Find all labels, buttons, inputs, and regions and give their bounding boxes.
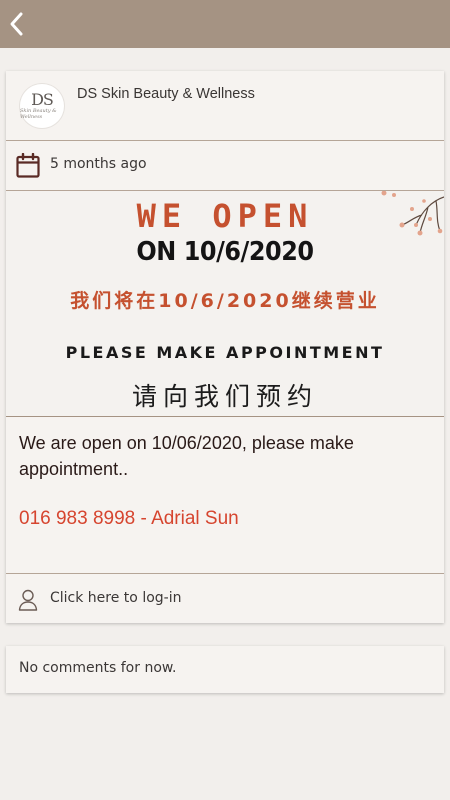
user-icon	[18, 589, 38, 611]
posted-time: 5 months ago	[50, 156, 147, 172]
business-name[interactable]: DS Skin Beauty & Wellness	[77, 86, 255, 102]
calendar-icon	[16, 153, 40, 178]
banner-headline: WE OPEN	[136, 197, 314, 235]
banner-appointment: PLEASE MAKE APPOINTMENT	[65, 343, 385, 362]
comments-card: No comments for now.	[6, 646, 444, 693]
login-label: Click here to log-in	[50, 590, 182, 606]
post-message-text: We are open on 10/06/2020, please make a…	[19, 433, 354, 479]
post-card: DS Skin Beauty & Wellness DS Skin Beauty…	[6, 71, 444, 623]
post-header: DS Skin Beauty & Wellness DS Skin Beauty…	[6, 71, 444, 141]
login-link[interactable]: Click here to log-in	[6, 573, 444, 623]
logo-text: DS	[31, 90, 54, 109]
back-button[interactable]	[0, 4, 34, 44]
top-app-bar	[0, 0, 450, 48]
post-message: We are open on 10/06/2020, please make a…	[19, 430, 434, 482]
business-logo: DS Skin Beauty & Wellness	[20, 84, 64, 128]
logo-subtext: Skin Beauty & Wellness	[20, 108, 57, 120]
banner-date: ON 10/6/2020	[136, 237, 314, 267]
chevron-left-icon	[10, 12, 23, 36]
contact-phone[interactable]: 016 983 8998 - Adrial Sun	[19, 508, 239, 530]
post-date-row: 5 months ago	[6, 141, 444, 191]
post-image[interactable]: WE OPEN ON 10/6/2020 我们将在10/6/2020继续营业 P…	[6, 191, 444, 417]
banner-chinese-appointment: 请向我们预约	[131, 382, 318, 411]
no-comments-text: No comments for now.	[19, 660, 177, 676]
banner-chinese-date: 我们将在10/6/2020继续营业	[70, 290, 380, 312]
